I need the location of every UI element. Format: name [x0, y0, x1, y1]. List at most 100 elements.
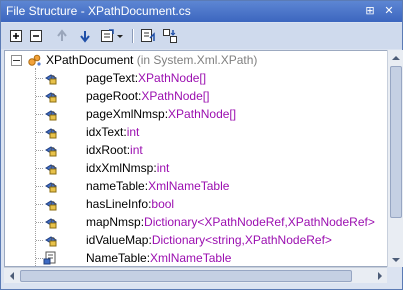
- vertical-scroll-thumb[interactable]: [390, 66, 402, 218]
- tree-guide-branch: [36, 168, 43, 169]
- tree-member-row[interactable]: idxXmlNmsp:int: [5, 159, 387, 177]
- structure-tree[interactable]: XPathDocument (in System.Xml.XPath) page…: [4, 50, 388, 267]
- toolbar: [1, 23, 402, 49]
- class-icon: [28, 54, 41, 66]
- tree-guide-branch: [36, 78, 43, 79]
- private-field-icon: [45, 74, 57, 85]
- member-label: idValueMap:Dictionary<string,XPathNodeRe…: [86, 231, 332, 249]
- member-name: pageText: [86, 71, 135, 85]
- move-up-button[interactable]: [53, 27, 71, 45]
- member-label: NameTable:XmlNameTable: [86, 249, 232, 266]
- tree-guide-branch: [36, 204, 43, 205]
- tree-guide-branch: [36, 222, 43, 223]
- member-name: idxText: [86, 125, 124, 139]
- tree-member-row[interactable]: mapNmsp:Dictionary<XPathNodeRef,XPathNod…: [5, 213, 387, 231]
- scroll-down-arrow-icon[interactable]: [388, 252, 403, 267]
- tree-member-row[interactable]: pageRoot:XPathNode[]: [5, 87, 387, 105]
- tree-guide-branch: [36, 186, 43, 187]
- tree-member-row[interactable]: nameTable:XmlNameTable: [5, 177, 387, 195]
- private-field-icon: [45, 182, 57, 193]
- private-field-icon: [45, 164, 57, 175]
- private-field-icon: [45, 92, 57, 103]
- tree-guide-branch: [36, 132, 43, 133]
- member-name: pageXmlNmsp: [86, 107, 165, 121]
- tree-guide-branch: [36, 114, 43, 115]
- member-name: mapNmsp: [86, 215, 141, 229]
- member-name: hasLineInfo: [86, 197, 149, 211]
- close-button[interactable]: ✕: [382, 4, 396, 18]
- member-type: XmlNameTable: [150, 251, 232, 265]
- sort-icon: [163, 29, 177, 43]
- private-field-icon: [45, 236, 57, 247]
- tree-member-row[interactable]: NameTable:XmlNameTable: [5, 249, 387, 266]
- root-namespace: (in System.Xml.XPath): [136, 53, 258, 67]
- tree-member-row[interactable]: idxText:int: [5, 123, 387, 141]
- title-bar[interactable]: File Structure - XPathDocument.cs ⊞ ✕: [1, 1, 402, 22]
- pin-button[interactable]: ⊞: [363, 4, 377, 18]
- horizontal-scroll-thumb[interactable]: [20, 270, 352, 282]
- file-structure-window: File Structure - XPathDocument.cs ⊞ ✕ XP…: [0, 0, 403, 290]
- horizontal-scrollbar[interactable]: [4, 267, 387, 283]
- scroll-right-arrow-icon[interactable]: [372, 268, 387, 283]
- expand-all-icon: [10, 30, 22, 42]
- private-field-icon: [45, 146, 57, 157]
- arrow-up-icon: [57, 29, 67, 41]
- member-label: idxXmlNmsp:int: [86, 159, 169, 177]
- member-type: XPathNode[]: [138, 71, 207, 85]
- member-name: NameTable: [86, 251, 147, 265]
- member-name: pageRoot: [86, 89, 139, 103]
- vertical-scrollbar[interactable]: [387, 50, 403, 267]
- scroll-left-arrow-icon[interactable]: [4, 268, 19, 283]
- member-type: bool: [151, 197, 175, 211]
- member-label: mapNmsp:Dictionary<XPathNodeRef,XPathNod…: [86, 213, 375, 231]
- private-field-icon: [45, 128, 57, 139]
- group-dropdown-button[interactable]: [100, 27, 126, 45]
- member-name: nameTable: [86, 179, 145, 193]
- sort-button[interactable]: [161, 27, 179, 45]
- member-name: idxXmlNmsp: [86, 161, 154, 175]
- member-label: idxRoot:int: [86, 141, 143, 159]
- collapse-all-icon: [30, 30, 42, 42]
- member-type: int: [156, 161, 170, 175]
- property-icon: [43, 251, 56, 265]
- tree-member-row[interactable]: idValueMap:Dictionary<string,XPathNodeRe…: [5, 231, 387, 249]
- tree-member-row[interactable]: pageXmlNmsp:XPathNode[]: [5, 105, 387, 123]
- tree-member-row[interactable]: hasLineInfo:bool: [5, 195, 387, 213]
- expand-all-button[interactable]: [7, 27, 25, 45]
- member-label: pageText:XPathNode[]: [86, 69, 206, 87]
- member-label: idxText:int: [86, 123, 139, 141]
- scrollbar-corner: [387, 267, 402, 282]
- tree-guide-branch: [36, 240, 43, 241]
- track-caret-icon: [141, 29, 155, 42]
- member-type: Dictionary<XPathNodeRef,XPathNodeRef>: [144, 215, 375, 229]
- member-label: hasLineInfo:bool: [86, 195, 174, 213]
- private-field-icon: [45, 110, 57, 121]
- tree-member-row[interactable]: pageText:XPathNode[]: [5, 69, 387, 87]
- private-field-icon: [45, 200, 57, 211]
- member-type: int: [126, 125, 140, 139]
- root-class-label: XPathDocument (in System.Xml.XPath): [46, 51, 257, 69]
- member-label: nameTable:XmlNameTable: [86, 177, 229, 195]
- member-name: idValueMap: [86, 233, 149, 247]
- scroll-up-arrow-icon[interactable]: [388, 50, 403, 65]
- member-name: idxRoot: [86, 143, 127, 157]
- member-type: XPathNode[]: [141, 89, 210, 103]
- collapse-all-button[interactable]: [27, 27, 45, 45]
- tree-member-row[interactable]: idxRoot:int: [5, 141, 387, 159]
- member-type: Dictionary<string,XPathNodeRef>: [151, 233, 332, 247]
- private-field-icon: [45, 218, 57, 229]
- arrow-down-icon: [80, 31, 90, 43]
- member-label: pageXmlNmsp:XPathNode[]: [86, 105, 236, 123]
- tree-guide-branch: [36, 150, 43, 151]
- move-down-button[interactable]: [76, 27, 94, 45]
- member-label: pageRoot:XPathNode[]: [86, 87, 209, 105]
- collapse-toggle-icon[interactable]: [11, 55, 22, 66]
- toolbar-separator: [132, 29, 134, 43]
- group-menu-icon: [101, 29, 123, 42]
- tree-guide-branch: [36, 96, 43, 97]
- root-class-name: XPathDocument: [46, 53, 134, 67]
- track-caret-button[interactable]: [139, 27, 157, 45]
- tree-root-row[interactable]: XPathDocument (in System.Xml.XPath): [5, 51, 387, 69]
- tree-guide-branch: [36, 258, 43, 259]
- member-type: XPathNode[]: [168, 107, 237, 121]
